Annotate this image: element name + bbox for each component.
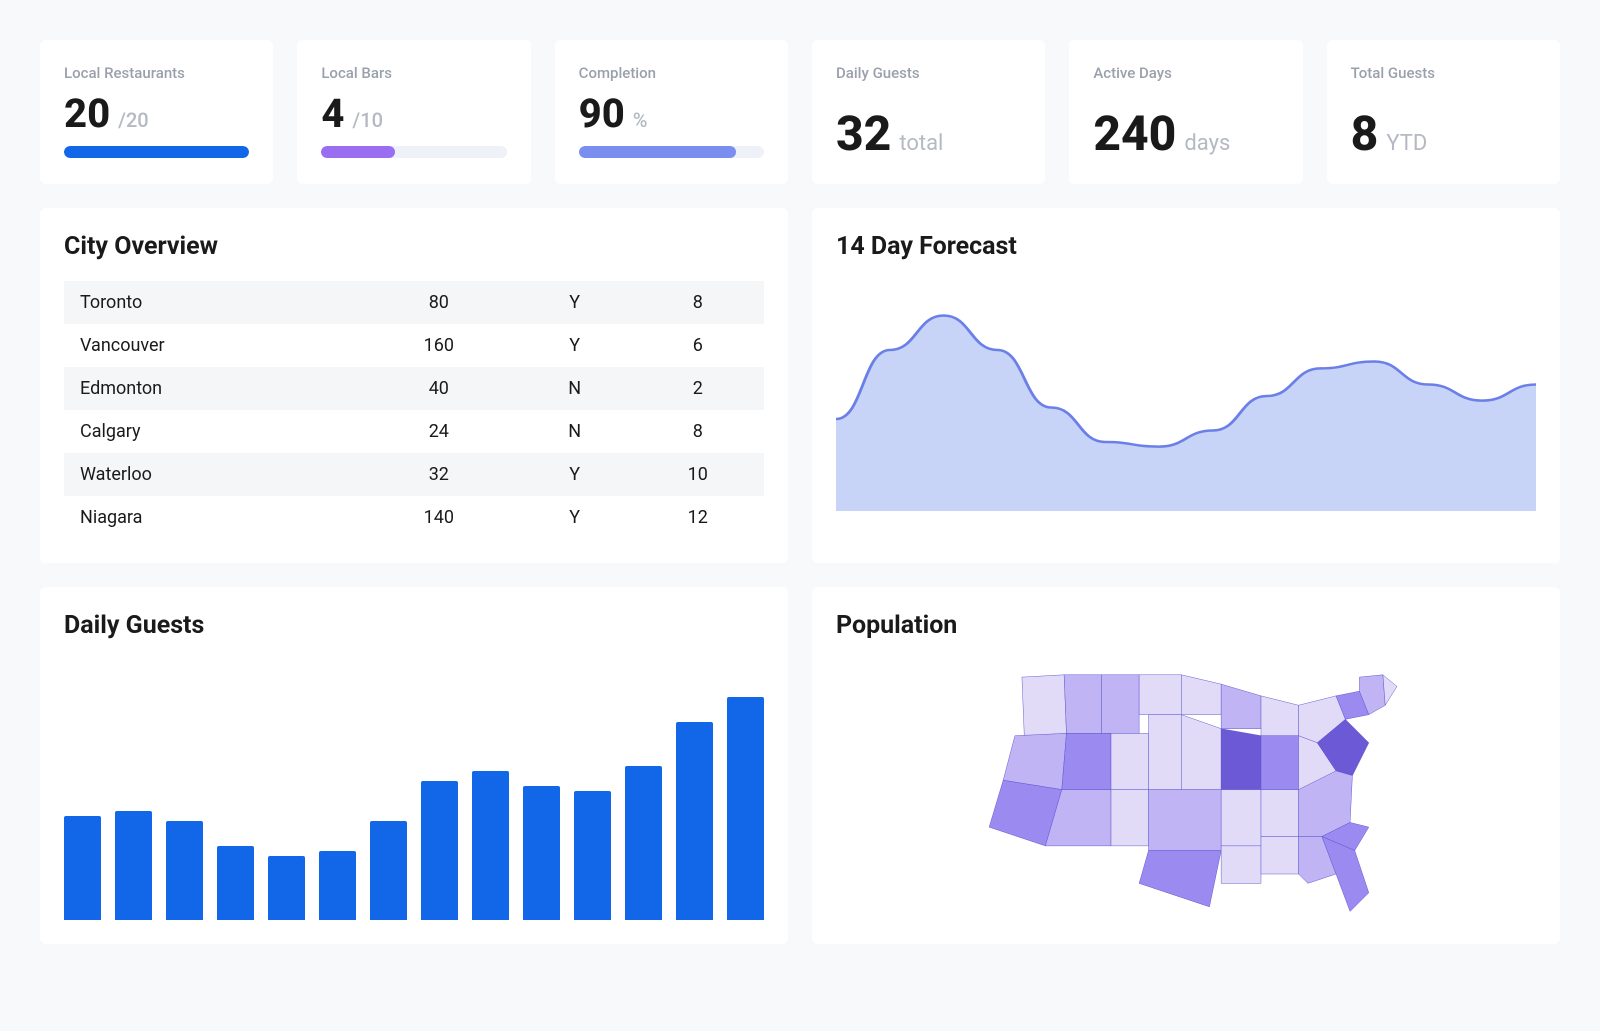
stat-local-restaurants: Local Restaurants 20 /20 [40,40,273,184]
progress-fill [579,146,737,158]
card-title: 14 Day Forecast [836,232,1536,261]
stat-value: 90 [579,94,625,134]
bar [625,766,662,920]
table-row: Calgary24N8 [64,410,764,453]
daily-guests-bar-chart [64,660,764,920]
bar [115,811,152,920]
forecast-card: 14 Day Forecast [812,208,1560,563]
stat-label: Local Restaurants [64,64,249,82]
stat-total-guests: Total Guests 8 YTD [1327,40,1560,184]
stat-label: Local Bars [321,64,506,82]
us-population-map [961,649,1411,930]
city-overview-table: Toronto80Y8Vancouver160Y6Edmonton40N2Cal… [64,281,764,539]
stat-value: 240 [1093,110,1176,158]
table-row: Edmonton40N2 [64,367,764,410]
progress-fill [64,146,249,158]
stat-label: Total Guests [1351,64,1536,82]
daily-guests-card: Daily Guests [40,587,788,944]
stat-suffix: % [633,108,648,132]
bar [268,856,305,920]
bar [370,821,407,920]
bar [574,791,611,920]
bar [319,851,356,920]
stat-daily-guests: Daily Guests 32 total [812,40,1045,184]
stat-suffix: total [899,131,943,156]
bar [64,816,101,920]
stat-row: Local Restaurants 20 /20 Local Bars 4 /1… [40,40,1560,184]
stat-value: 8 [1351,110,1379,158]
card-title: Daily Guests [64,611,764,640]
stat-label: Active Days [1093,64,1278,82]
stat-suffix: days [1184,131,1230,156]
bar [217,846,254,920]
city-overview-card: City Overview Toronto80Y8Vancouver160Y6E… [40,208,788,563]
bottom-row: Daily Guests Population [40,587,1560,944]
bar [472,771,509,920]
table-row: Toronto80Y8 [64,281,764,324]
table-row: Waterloo32Y10 [64,453,764,496]
stat-value: 4 [321,94,344,134]
stat-completion: Completion 90 % [555,40,788,184]
stat-suffix: YTD [1386,131,1427,156]
progress-bar [64,146,249,158]
progress-fill [321,146,395,158]
stat-label: Daily Guests [836,64,1021,82]
stat-local-bars: Local Bars 4 /10 [297,40,530,184]
table-row: Niagara140Y12 [64,496,764,539]
mid-row: City Overview Toronto80Y8Vancouver160Y6E… [40,208,1560,563]
bar [727,697,764,920]
bar [676,722,713,920]
table-row: Vancouver160Y6 [64,324,764,367]
progress-bar [579,146,764,158]
card-title: Population [836,611,1536,640]
stat-value: 32 [836,110,891,158]
bar [421,781,458,920]
card-title: City Overview [64,232,764,261]
bar [166,821,203,920]
stat-active-days: Active Days 240 days [1069,40,1302,184]
bar [523,786,560,920]
population-card: Population [812,587,1560,944]
forecast-area-chart [836,281,1536,511]
stat-label: Completion [579,64,764,82]
stat-suffix: /10 [352,108,383,132]
stat-suffix: /20 [118,108,149,132]
progress-bar [321,146,506,158]
stat-value: 20 [64,94,110,134]
